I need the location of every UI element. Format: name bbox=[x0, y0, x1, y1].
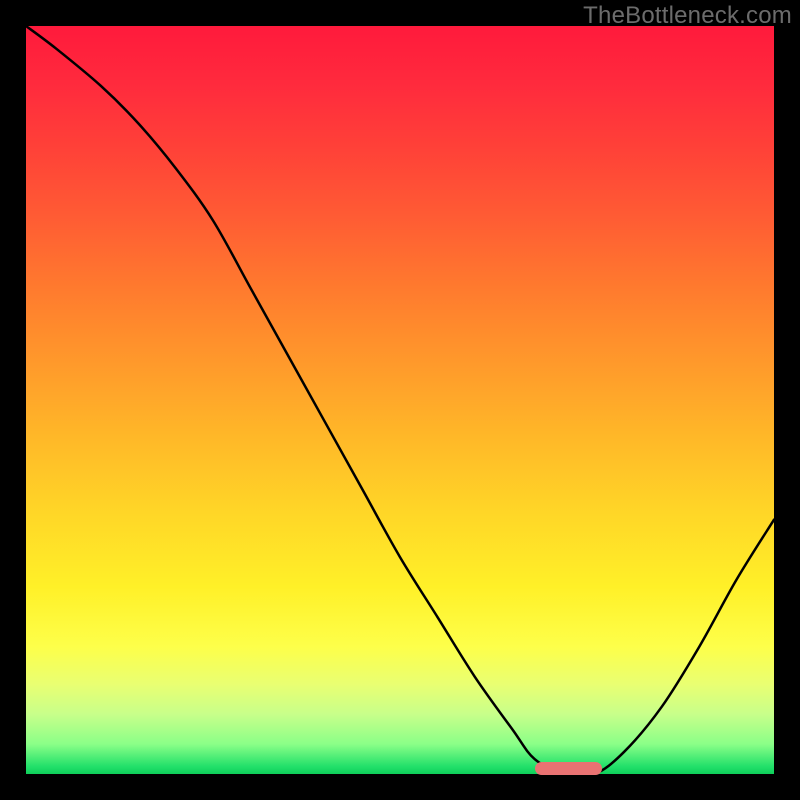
chart-frame: TheBottleneck.com bbox=[0, 0, 800, 800]
plot-area bbox=[26, 26, 774, 774]
bottleneck-curve bbox=[26, 26, 774, 774]
optimal-range-marker bbox=[535, 762, 602, 775]
